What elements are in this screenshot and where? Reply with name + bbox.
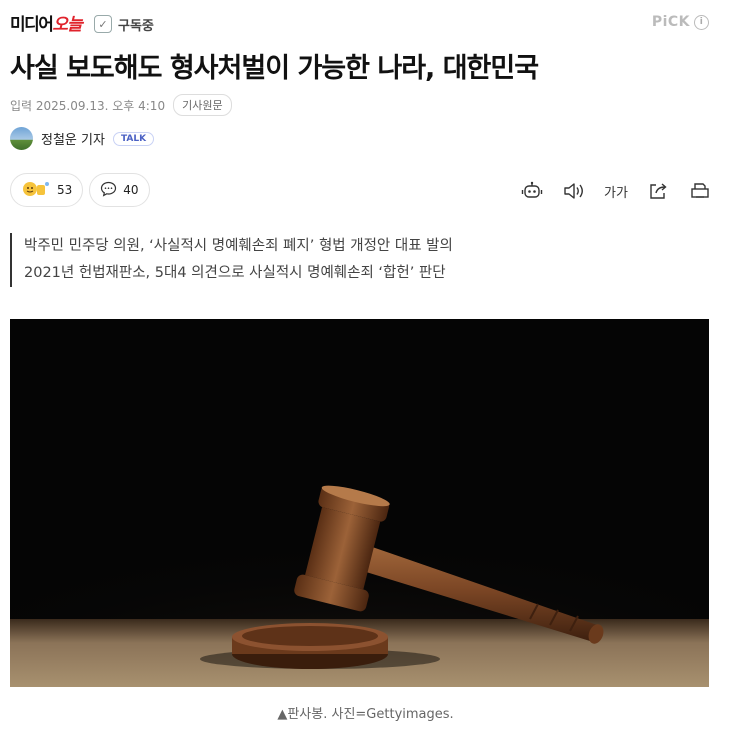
article-photo (10, 319, 709, 687)
original-article-button[interactable]: 기사원문 (173, 94, 232, 116)
subscribe-button[interactable]: ✓ 구독중 (94, 14, 154, 34)
article-toolbar: 가가 (519, 178, 713, 204)
reporter-row: 정철운 기자 TALK (10, 127, 155, 150)
reaction-button[interactable]: 53 (10, 173, 84, 207)
text-to-speech-icon[interactable] (561, 178, 587, 204)
pick-label: PiCK (651, 14, 690, 30)
date-label: 입력 2025.09.13. 오후 4:10 (10, 98, 166, 113)
logo-text-accent: 오늘 (52, 15, 82, 35)
logo-text: 미디어 (10, 15, 54, 35)
pick-badge[interactable]: PiCK i (652, 14, 709, 30)
summary-line-1: 박주민 민주당 의원, ‘사실적시 명예훼손죄 폐지’ 형법 개정안 대표 발의 (24, 238, 453, 254)
article-title: 사실 보도해도 형사처벌이 가능한 나라, 대한민국 (10, 53, 539, 84)
print-icon[interactable] (687, 178, 713, 204)
comment-count: 40 (123, 183, 139, 197)
share-icon[interactable] (645, 178, 671, 204)
comment-bubble-icon (100, 181, 117, 200)
gavel-image (10, 319, 709, 687)
photo-caption: ▲판사봉. 사진=Gettyimages. (277, 707, 454, 722)
font-size-icon[interactable]: 가가 (603, 178, 629, 204)
avatar[interactable] (10, 127, 33, 150)
article-meta: 입력 2025.09.13. 오후 4:10 기사원문 (10, 94, 232, 116)
article-summary: 박주민 민주당 의원, ‘사실적시 명예훼손죄 폐지’ 형법 개정안 대표 발의… (10, 233, 453, 287)
reporter-name[interactable]: 정철운 기자 (41, 129, 105, 148)
reaction-count: 53 (57, 183, 73, 197)
summary-line-2: 2021년 헌법재판소, 5대4 의견으로 사실적시 명예훼손죄 ‘합헌’ 판단 (24, 265, 446, 281)
comment-button[interactable]: 40 (89, 173, 150, 207)
talk-badge[interactable]: TALK (112, 131, 155, 146)
subscribe-label: 구독중 (118, 18, 154, 34)
check-icon: ✓ (94, 15, 112, 33)
press-logo[interactable]: 미디어오늘 (10, 10, 83, 35)
reaction-emoji-icon (21, 179, 51, 201)
font-size-label: 가가 (604, 185, 628, 201)
reaction-row: 53 40 (10, 173, 150, 207)
top-bar: 미디어오늘 ✓ 구독중 PiCK i (0, 0, 731, 48)
info-icon[interactable]: i (694, 14, 709, 30)
robot-summary-icon[interactable] (519, 178, 545, 204)
